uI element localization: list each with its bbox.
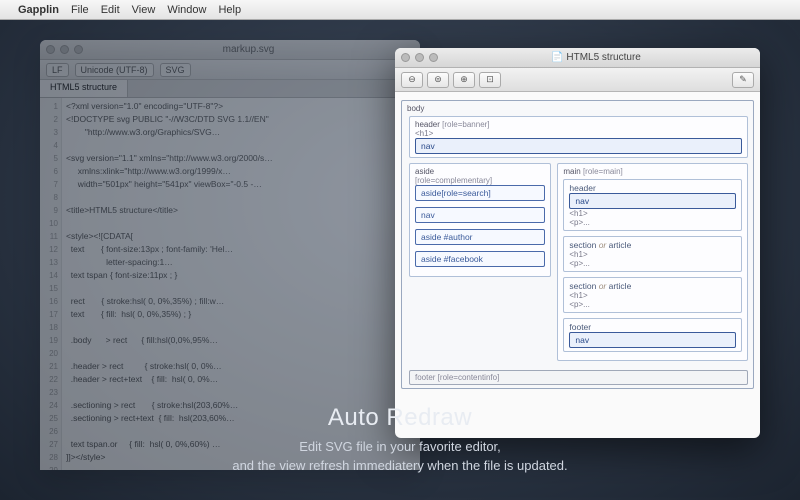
aside-box: aside[role=complementary] aside[role=sea… <box>409 163 551 277</box>
encoding-lf[interactable]: LF <box>46 63 69 77</box>
editor-tab-title: markup.svg <box>223 44 275 55</box>
svg-preview: body header [role=banner] <h1> nav aside… <box>395 92 760 438</box>
footer-box: footer [role=contentinfo] <box>409 370 748 385</box>
body-box: body header [role=banner] <h1> nav aside… <box>401 100 754 389</box>
section-box-1: section or article <h1> <p>... <box>563 236 742 272</box>
main-header-box: header nav <h1> <p>... <box>563 179 742 231</box>
traffic-lights[interactable] <box>401 53 438 62</box>
menu-help[interactable]: Help <box>218 4 241 16</box>
section-box-2: section or article <h1> <p>... <box>563 277 742 313</box>
zoom-reset-button[interactable]: ⊜ <box>427 72 449 88</box>
syntax-mode[interactable]: SVG <box>160 63 191 77</box>
body-label: body <box>407 104 748 113</box>
menubar: Gapplin File Edit View Window Help <box>0 0 800 20</box>
aside-author: aside #author <box>415 229 545 245</box>
menu-view[interactable]: View <box>132 4 156 16</box>
zoom-fit-button[interactable]: ⊡ <box>479 72 501 88</box>
header-nav: nav <box>415 138 742 154</box>
editor-toolbar: LF Unicode (UTF-8) SVG <box>40 60 420 80</box>
editor-tab[interactable]: HTML5 structure <box>40 80 128 97</box>
header-box: header [role=banner] <h1> nav <box>409 116 748 158</box>
caption-text: Edit SVG file in your favorite editor, a… <box>0 438 800 476</box>
preview-title: 📄 HTML5 structure <box>551 52 641 63</box>
edit-button[interactable]: ✎ <box>732 72 754 88</box>
aside-search: aside[role=search] <box>415 185 545 201</box>
preview-window: 📄 HTML5 structure ⊖ ⊜ ⊕ ⊡ ✎ body header … <box>395 48 760 438</box>
app-menu[interactable]: Gapplin <box>18 4 59 16</box>
caption-title: Auto Redraw <box>0 404 800 432</box>
editor-tabbar: HTML5 structure <box>40 80 420 98</box>
preview-toolbar: ⊖ ⊜ ⊕ ⊡ ✎ <box>395 68 760 92</box>
main-box: main [role=main] header nav <h1> <p>... … <box>557 163 748 361</box>
aside-facebook: aside #facebook <box>415 251 545 267</box>
menu-file[interactable]: File <box>71 4 89 16</box>
preview-titlebar: 📄 HTML5 structure <box>395 48 760 68</box>
editor-titlebar: markup.svg <box>40 40 420 60</box>
menu-window[interactable]: Window <box>167 4 206 16</box>
traffic-lights[interactable] <box>46 45 83 54</box>
feature-caption: Auto Redraw Edit SVG file in your favori… <box>0 404 800 476</box>
menu-edit[interactable]: Edit <box>101 4 120 16</box>
aside-nav: nav <box>415 207 545 223</box>
zoom-in-button[interactable]: ⊕ <box>453 72 475 88</box>
encoding-charset[interactable]: Unicode (UTF-8) <box>75 63 154 77</box>
main-footer-box: footer nav <box>563 318 742 352</box>
zoom-out-button[interactable]: ⊖ <box>401 72 423 88</box>
